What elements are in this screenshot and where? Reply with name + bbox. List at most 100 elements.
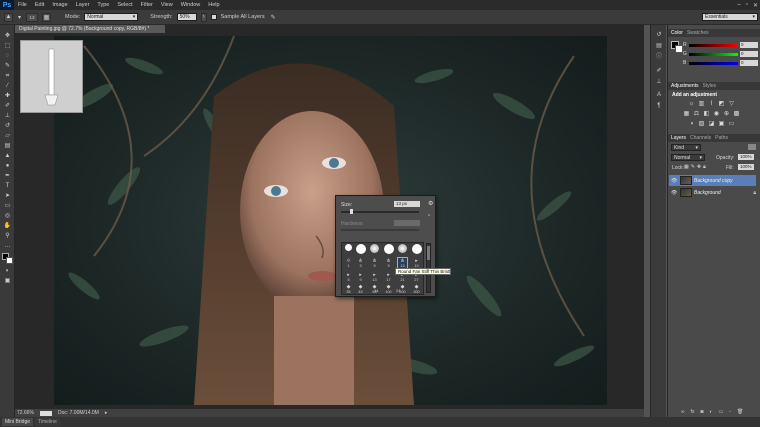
brush-tip[interactable]: ⋔ 9 <box>383 258 394 272</box>
brush-panel-icon[interactable]: ✐ <box>654 67 664 75</box>
lasso-tool-icon[interactable]: ◌ <box>3 53 12 60</box>
quick-mask-icon[interactable]: ◐ <box>3 268 12 275</box>
layer-row-selected[interactable]: 👁︎ Background copy <box>669 175 756 186</box>
new-preset-icon[interactable]: ▫ <box>428 213 430 219</box>
hue-saturation-icon[interactable]: ▦ <box>683 111 690 117</box>
brush-tip[interactable] <box>343 244 354 258</box>
selective-color-icon[interactable]: ▣ <box>718 121 725 127</box>
clone-stamp-tool-icon[interactable]: ⊥ <box>3 113 12 120</box>
document-tab[interactable]: Digital Painting.jpg @ 72.7% (Background… <box>15 25 165 33</box>
black-white-icon[interactable]: ◧ <box>703 111 710 117</box>
group-icon[interactable]: ▭ <box>719 409 724 415</box>
strength-field[interactable]: 50% <box>176 13 197 21</box>
green-slider[interactable] <box>689 52 738 56</box>
threshold-icon[interactable]: ◪ <box>708 121 715 127</box>
new-layer-icon[interactable]: ▫ <box>729 409 731 415</box>
blue-value[interactable]: 0 <box>740 60 758 66</box>
size-input[interactable]: 13 px <box>394 201 420 207</box>
brush-tip[interactable]: ⋔ 3 <box>355 258 366 272</box>
chevron-right-icon[interactable]: › <box>200 12 207 22</box>
brush-tip[interactable] <box>383 244 394 258</box>
channel-mixer-icon[interactable]: ⊕ <box>723 111 730 117</box>
exposure-icon[interactable]: ◩ <box>718 101 725 107</box>
levels-icon[interactable]: ▥ <box>698 101 705 107</box>
menu-type[interactable]: Type <box>93 2 113 8</box>
invert-icon[interactable]: ◑ <box>688 121 695 127</box>
photo-filter-icon[interactable]: ◉ <box>713 111 720 117</box>
tab-styles[interactable]: Styles <box>703 83 717 89</box>
brush-tip[interactable]: ⋔ 5 <box>369 258 380 272</box>
scrollbar-thumb[interactable] <box>427 246 430 260</box>
menu-file[interactable]: File <box>14 2 31 8</box>
posterize-icon[interactable]: ▨ <box>698 121 705 127</box>
quick-select-tool-icon[interactable]: ✎ <box>3 63 12 70</box>
crop-tool-icon[interactable]: ⌗ <box>3 73 12 80</box>
3d-tool-icon[interactable]: ◎ <box>3 213 12 220</box>
dodge-tool-icon[interactable]: ● <box>3 163 12 170</box>
background-color-swatch[interactable] <box>675 45 683 53</box>
character-panel-icon[interactable]: A <box>654 91 664 99</box>
brush-panel-icon[interactable]: ▦ <box>42 12 51 22</box>
menu-select[interactable]: Select <box>113 2 136 8</box>
eye-icon[interactable]: 👁︎ <box>671 190 678 196</box>
more-tools-icon[interactable]: … <box>3 243 12 250</box>
tab-channels[interactable]: Channels <box>690 135 711 141</box>
eyedropper-tool-icon[interactable]: ⁄ <box>3 83 12 90</box>
tab-timeline[interactable]: Timeline <box>35 418 60 426</box>
fx-icon[interactable]: fx <box>691 409 695 415</box>
maximize-icon[interactable]: ▫ <box>746 2 748 8</box>
blur-tool-icon[interactable]: ▲ <box>4 12 13 22</box>
tab-adjustments[interactable]: Adjustments <box>671 83 699 89</box>
tab-color[interactable]: Color <box>671 30 683 36</box>
layer-row[interactable]: 👁︎ Background 🔒︎ <box>669 187 756 198</box>
blue-slider[interactable] <box>689 61 738 65</box>
gear-icon[interactable]: ⚙ <box>428 200 433 207</box>
menu-filter[interactable]: Filter <box>137 2 157 8</box>
tab-layers[interactable]: Layers <box>671 135 686 141</box>
menu-layer[interactable]: Layer <box>72 2 94 8</box>
brush-tip[interactable]: ◆ 35 <box>343 284 354 298</box>
layer-name[interactable]: Background copy <box>694 178 756 184</box>
menu-help[interactable]: Help <box>204 2 223 8</box>
history-panel-icon[interactable]: ↺ <box>654 31 664 39</box>
path-select-tool-icon[interactable]: ➤ <box>3 193 12 200</box>
brush-tool-icon[interactable]: ✐ <box>3 103 12 110</box>
brush-preset-button[interactable]: 13 <box>26 12 38 22</box>
menu-window[interactable]: Window <box>177 2 205 8</box>
type-tool-icon[interactable]: T <box>3 183 12 190</box>
green-value[interactable]: 0 <box>740 51 758 57</box>
info-panel-icon[interactable]: ⓘ <box>654 53 664 61</box>
gradient-map-icon[interactable]: ▭ <box>728 121 735 127</box>
brush-tip[interactable]: ◆ 100 <box>383 284 394 298</box>
tab-mini-bridge[interactable]: Mini Bridge <box>2 418 34 426</box>
layer-filter-select[interactable]: Kind ▾ <box>671 144 701 151</box>
brush-tip[interactable]: ◆ 300 <box>411 284 422 298</box>
move-tool-icon[interactable]: ✥ <box>3 33 12 40</box>
blend-mode-select[interactable]: Normal ▾ <box>671 154 705 161</box>
trash-icon[interactable]: 🗑︎ <box>737 409 743 415</box>
lock-options-icon[interactable]: ▦✎✥🔒︎ <box>684 164 708 170</box>
link-layers-icon[interactable]: ∞ <box>681 409 685 415</box>
brush-tip[interactable]: ◆ 45 <box>355 284 366 298</box>
minimize-icon[interactable]: – <box>737 2 740 8</box>
mask-icon[interactable]: ◙ <box>700 409 703 415</box>
properties-panel-icon[interactable]: ▤ <box>654 42 664 50</box>
eraser-tool-icon[interactable]: ▱ <box>3 133 12 140</box>
tab-paths[interactable]: Paths <box>715 135 728 141</box>
sample-all-layers-checkbox[interactable] <box>210 14 217 20</box>
zoom-tool-icon[interactable]: ⚲ <box>3 233 12 240</box>
zoom-level[interactable]: 72.66% <box>17 410 34 416</box>
brush-tip[interactable] <box>397 244 408 258</box>
color-lookup-icon[interactable]: ▩ <box>733 111 740 117</box>
hand-tool-icon[interactable]: ✋ <box>3 223 12 230</box>
fill-input[interactable]: 100% <box>738 164 754 170</box>
mode-select[interactable]: Normal ▾ <box>84 13 139 21</box>
brightness-icon[interactable]: ☼ <box>688 101 695 107</box>
chevron-down-icon[interactable]: ▾ <box>17 13 22 22</box>
clone-source-panel-icon[interactable]: ⊥ <box>654 78 664 86</box>
layer-name[interactable]: Background <box>694 190 751 196</box>
eye-icon[interactable]: 👁︎ <box>671 178 678 184</box>
menu-image[interactable]: Image <box>48 2 71 8</box>
tab-swatches[interactable]: Swatches <box>687 30 709 36</box>
brush-tip[interactable] <box>369 244 380 258</box>
